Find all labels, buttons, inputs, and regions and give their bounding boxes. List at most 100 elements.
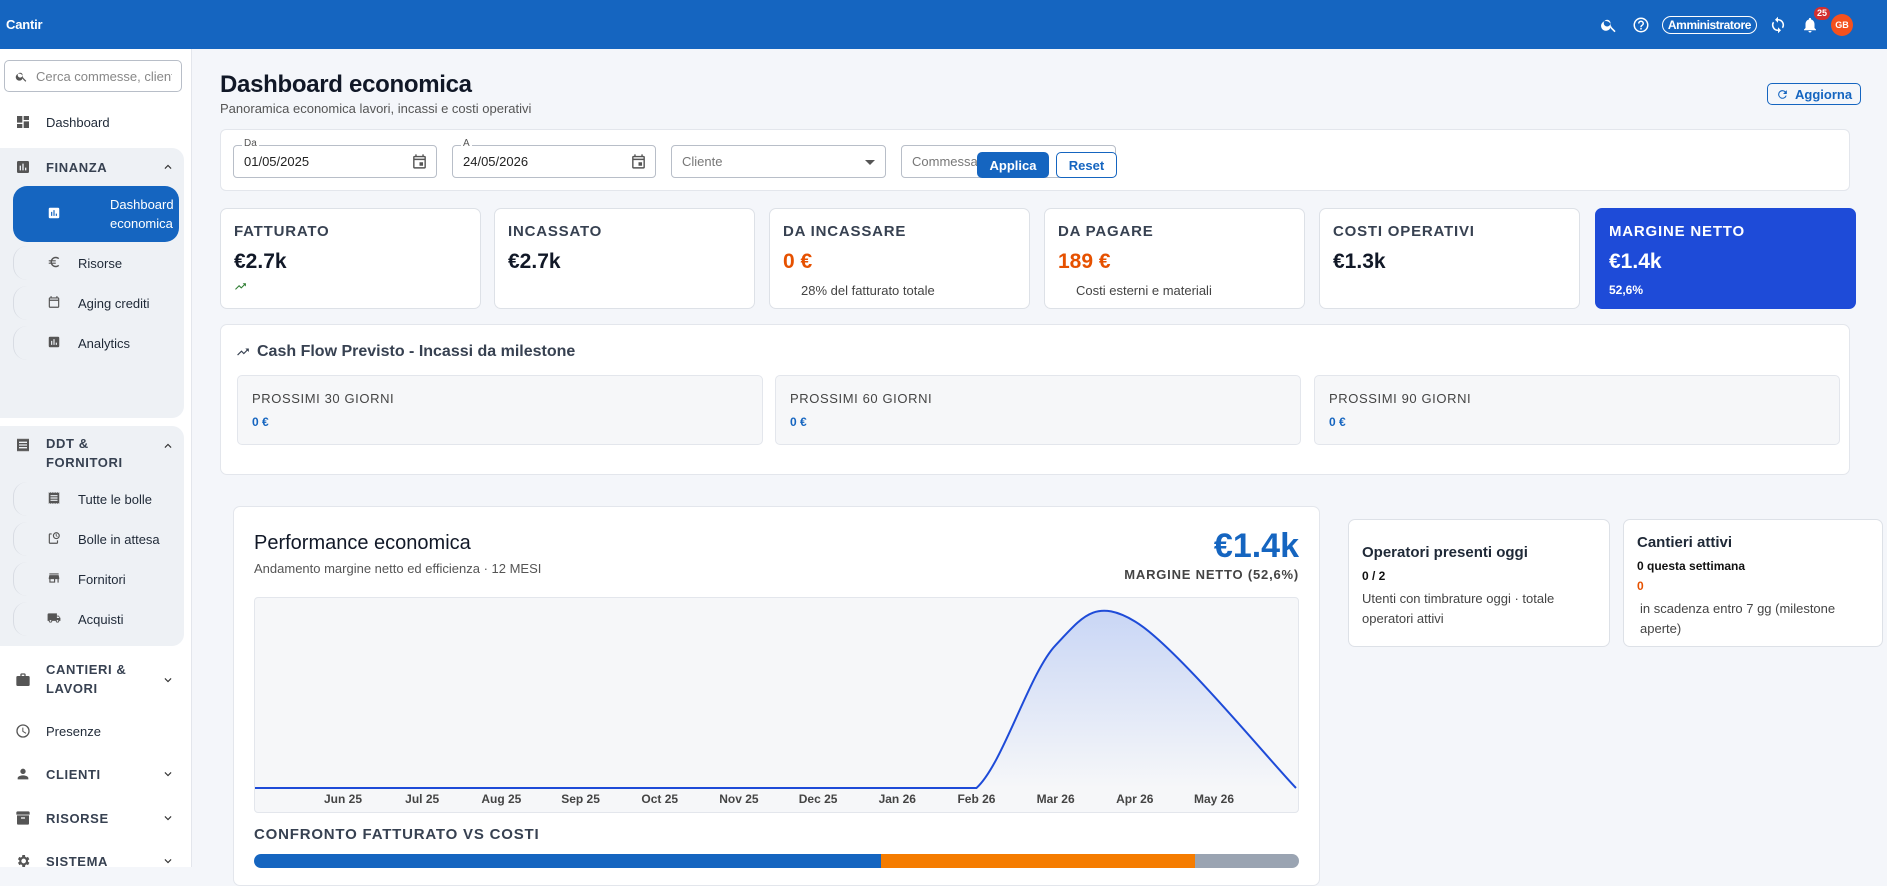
cashflow-value: 0 € — [252, 415, 269, 429]
compare-bar-costi — [881, 854, 1195, 868]
search-icon[interactable] — [1598, 14, 1620, 36]
sidebar-group-header-ddt[interactable]: DDT & FORNITORI — [0, 434, 192, 474]
sidebar-group-header-clienti[interactable]: CLIENTI — [0, 763, 192, 785]
sidebar-item-bolle-in-attesa[interactable]: Bolle in attesa — [13, 522, 179, 556]
sidebar-item-tutte-le-bolle[interactable]: Tutte le bolle — [13, 482, 179, 516]
card-desc: Utenti con timbrature oggi · totale oper… — [1362, 591, 1555, 626]
performance-card: Performance economica Andamento margine … — [233, 506, 1320, 886]
x-tick-label: Aug 25 — [481, 792, 521, 806]
performance-big-value: €1.4k — [1213, 527, 1299, 565]
sidebar-search-input[interactable]: Cerca commesse, clienti... — [4, 60, 182, 92]
sidebar-item-analytics[interactable]: Analytics — [13, 326, 179, 360]
dashboard-icon — [14, 113, 32, 131]
cashflow-box-30: PROSSIMI 30 GIORNI 0 € — [237, 375, 763, 445]
kpi-card-fatturato: FATTURATO €2.7k — [220, 208, 481, 309]
date-to-field[interactable]: A 24/05/2026 — [452, 138, 656, 178]
topbar-actions: Amministratore 25 GB — [1598, 0, 1853, 49]
sidebar-group-header-risorse[interactable]: RISORSE — [0, 807, 192, 829]
card-title: Cantieri attivi — [1637, 534, 1733, 551]
kpi-title: MARGINE NETTO — [1609, 223, 1745, 240]
help-icon[interactable] — [1630, 14, 1652, 36]
kpi-title: INCASSATO — [508, 223, 603, 240]
sidebar-group-header-finanza[interactable]: FINANZA — [0, 156, 192, 178]
chart-icon — [47, 335, 63, 351]
calendar-icon[interactable] — [411, 153, 428, 170]
kpi-card-costi-operativi: COSTI OPERATIVI €1.3k — [1319, 208, 1580, 309]
card-title: Operatori presenti oggi — [1362, 544, 1528, 561]
sidebar-group-header-cantieri[interactable]: CANTIERI & LAVORI — [0, 660, 192, 700]
notifications-icon[interactable]: 25 — [1799, 6, 1830, 36]
chevron-up-icon — [161, 439, 175, 453]
sidebar-item-fornitori[interactable]: Fornitori — [13, 562, 179, 596]
sidebar-group-finanza: FINANZA Dashboard economica Risorse Agin… — [0, 148, 184, 418]
gear-icon — [14, 852, 32, 870]
kpi-value: €1.3k — [1333, 250, 1386, 273]
sidebar-item-presenze[interactable]: Presenze — [0, 720, 192, 742]
kpi-subtext: 52,6% — [1609, 283, 1644, 297]
chart-icon — [47, 206, 63, 222]
chevron-down-icon — [161, 854, 175, 868]
kpi-value: 189 € — [1058, 250, 1111, 273]
sidebar-item-acquisti[interactable]: Acquisti — [13, 602, 179, 636]
refresh-button[interactable]: Aggiorna — [1767, 83, 1862, 105]
apply-button[interactable]: Applica — [977, 152, 1049, 178]
sidebar-item-dashboard-economica[interactable]: Dashboard economica — [13, 186, 179, 242]
performance-subtitle: Andamento margine netto ed efficienza · … — [254, 561, 542, 576]
briefcase-icon — [14, 671, 32, 689]
x-tick-label: Apr 26 — [1116, 792, 1154, 806]
compare-bar-resto — [1194, 854, 1299, 868]
commessa-placeholder: Commessa — [912, 154, 978, 169]
kpi-title: COSTI OPERATIVI — [1333, 223, 1475, 240]
cliente-placeholder: Cliente — [682, 154, 723, 169]
cashflow-box-60: PROSSIMI 60 GIORNI 0 € — [775, 375, 1301, 445]
calendar-icon[interactable] — [630, 153, 647, 170]
kpi-value: 0 € — [783, 250, 813, 273]
card-value: 0 / 2 — [1362, 569, 1386, 583]
kpi-value: €2.7k — [508, 250, 561, 273]
cashflow-label: PROSSIMI 60 GIORNI — [790, 391, 933, 406]
dropdown-arrow-icon — [865, 160, 875, 165]
sidebar-item-risorse[interactable]: Risorse — [13, 246, 179, 280]
card-value-secondary: 0 — [1637, 579, 1644, 593]
clock-icon — [14, 722, 32, 740]
trending-up-icon — [234, 280, 248, 294]
role-chip[interactable]: Amministratore — [1661, 15, 1757, 34]
reset-button[interactable]: Reset — [1056, 152, 1117, 178]
user-avatar[interactable]: GB — [1831, 13, 1853, 36]
cashflow-title: Cash Flow Previsto - Incassi da mileston… — [257, 343, 576, 360]
refresh-icon — [1778, 89, 1787, 99]
sidebar-item-aging-crediti[interactable]: Aging crediti — [13, 286, 179, 320]
sidebar-item-dashboard[interactable]: Dashboard — [0, 111, 192, 133]
kpi-title: FATTURATO — [234, 223, 330, 240]
chevron-down-icon — [161, 811, 175, 825]
truck-icon — [47, 611, 63, 627]
performance-title: Performance economica — [254, 532, 471, 554]
x-tick-label: Mar 26 — [1037, 792, 1075, 806]
clipboard-clock-icon — [47, 531, 63, 547]
trending-up-icon — [236, 345, 251, 360]
card-cantieri-attivi: Cantieri attivi 0 questa settimana 0 in … — [1623, 519, 1883, 647]
page-subtitle: Panoramica economica lavori, incassi e c… — [220, 101, 532, 116]
store-icon — [47, 571, 63, 587]
page-title: Dashboard economica — [220, 71, 472, 98]
kpi-subtext: Costi esterni e materiali — [1076, 283, 1212, 298]
performance-chart: Jun 25 Jul 25 Aug 25 Sep 25 Oct 25 Nov 25 Dec … — [254, 597, 1299, 813]
x-tick-label: Dec 25 — [799, 792, 838, 806]
date-to-value: 24/05/2026 — [463, 154, 529, 169]
kpi-title: DA INCASSARE — [783, 223, 907, 240]
x-tick-label: Nov 25 — [719, 792, 759, 806]
date-to-label: A — [461, 138, 472, 149]
filter-bar: Da 01/05/2025 A 24/05/2026 Cliente Comme… — [220, 129, 1850, 191]
kpi-card-margine-netto: MARGINE NETTO €1.4k 52,6% — [1595, 208, 1856, 309]
card-value: 0 questa settimana — [1637, 559, 1746, 573]
cliente-select[interactable]: Cliente — [671, 145, 886, 178]
app-brand[interactable]: Cantir — [6, 17, 43, 32]
kpi-card-da-pagare: DA PAGARE 189 € Costi esterni e material… — [1044, 208, 1305, 309]
search-placeholder: Cerca commesse, clienti... — [36, 68, 172, 84]
sidebar-group-header-sistema[interactable]: SISTEMA — [0, 850, 192, 872]
x-tick-label: Oct 25 — [641, 792, 678, 806]
performance-chart-svg: Jun 25 Jul 25 Aug 25 Sep 25 Oct 25 Nov 25 Dec … — [254, 609, 1297, 806]
date-from-field[interactable]: Da 01/05/2025 — [233, 138, 437, 178]
cashflow-value: 0 € — [1329, 415, 1346, 429]
sync-icon[interactable] — [1767, 14, 1789, 36]
